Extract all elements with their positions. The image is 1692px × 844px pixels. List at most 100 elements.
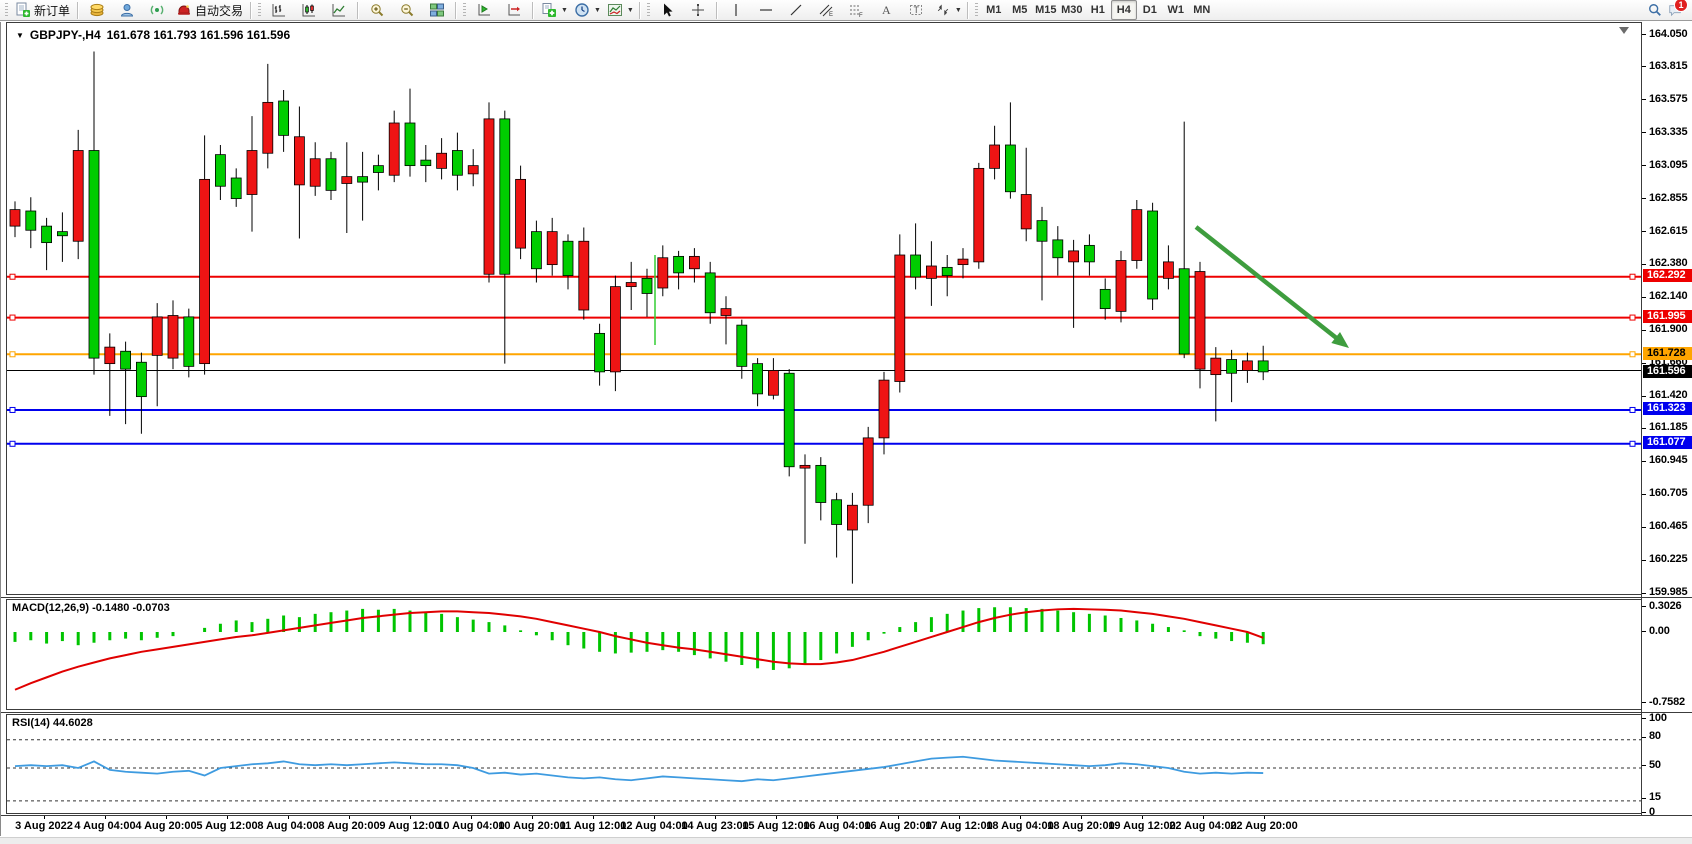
candlestick-button[interactable] (294, 0, 324, 21)
candle-body (10, 210, 20, 227)
new-chart-icon (541, 2, 557, 18)
community-button[interactable] (112, 0, 142, 21)
time-tick (837, 816, 838, 819)
timeframe-m5[interactable]: M5 (1007, 0, 1033, 20)
price-axis[interactable]: 164.050163.815163.575163.335163.095162.8… (1641, 22, 1692, 815)
separator (639, 2, 641, 19)
line-handle[interactable] (10, 274, 15, 279)
candle-body (721, 309, 731, 316)
panel-divider[interactable] (0, 712, 1692, 713)
toolbar-grip[interactable] (5, 3, 8, 18)
toolbar-grip[interactable] (463, 3, 466, 18)
line-chart-button[interactable] (324, 0, 354, 21)
line-handle[interactable] (1630, 315, 1635, 320)
trend-arrow[interactable] (1196, 227, 1349, 348)
arrows-button[interactable]: ▼ (931, 0, 964, 21)
line-handle[interactable] (10, 352, 15, 357)
label-button[interactable]: T (901, 0, 931, 21)
chart-shift-marker[interactable] (1619, 27, 1629, 34)
vertical-line-button[interactable] (721, 0, 751, 21)
candle-body (531, 232, 541, 269)
auto-scroll-button[interactable] (469, 0, 499, 21)
svg-text:F: F (859, 13, 863, 18)
tile-windows-button[interactable] (422, 0, 452, 21)
line-handle[interactable] (1630, 274, 1635, 279)
line-handle[interactable] (10, 407, 15, 412)
timeframe-d1[interactable]: D1 (1137, 0, 1163, 20)
indicators-button[interactable]: ▼ (603, 0, 636, 21)
candle-body (358, 177, 368, 183)
zoom-out-button[interactable] (392, 0, 422, 21)
hline-161.077[interactable] (7, 441, 1641, 446)
search-icon[interactable] (1648, 3, 1662, 17)
arrow-shaft[interactable] (1196, 227, 1341, 342)
time-tick (288, 816, 289, 819)
new-order-button[interactable]: 新订单 (11, 0, 74, 21)
time-tick-label: 22 Aug 20:00 (1230, 820, 1297, 832)
candle-body (658, 258, 668, 288)
line-handle[interactable] (10, 441, 15, 446)
line-handle[interactable] (1630, 407, 1635, 412)
line-handle[interactable] (1630, 352, 1635, 357)
macd-panel[interactable]: MACD(12,26,9) -0.1480 -0.0703 (6, 599, 1642, 710)
chat-button[interactable]: 1 (1668, 3, 1682, 17)
main-chart-panel[interactable]: ▼ GBPJPY-,H4 161.678 161.793 161.596 161… (6, 22, 1642, 595)
gold-button[interactable] (82, 0, 112, 21)
timeframe-m1[interactable]: M1 (981, 0, 1007, 20)
panel-divider[interactable] (0, 597, 1692, 598)
chart-shift-icon (506, 2, 522, 18)
hline-161.728[interactable] (7, 352, 1641, 357)
new-chart-button[interactable]: ▼ (537, 0, 570, 21)
candle-body (516, 179, 526, 248)
rsi-panel[interactable]: RSI(14) 44.6028 (6, 714, 1642, 814)
price-tick-label: 161.185 (1649, 421, 1687, 433)
line-handle[interactable] (1630, 441, 1635, 446)
price-line-badge: 161.077 (1643, 436, 1692, 449)
signals-button[interactable] (142, 0, 172, 21)
hline-162.292[interactable] (7, 274, 1641, 279)
auto-trading-label: 自动交易 (195, 2, 243, 19)
line-handle[interactable] (10, 315, 15, 320)
time-tick (105, 816, 106, 819)
horizontal-line-button[interactable] (751, 0, 781, 21)
chart-shift-button[interactable] (499, 0, 529, 21)
time-tick-label: 11 Aug 12:00 (560, 820, 627, 832)
time-axis[interactable]: 3 Aug 20224 Aug 04:004 Aug 20:005 Aug 12… (0, 815, 1692, 838)
bar-chart-button[interactable] (264, 0, 294, 21)
auto-trading-button[interactable]: 自动交易 (172, 0, 247, 21)
chevron-down-icon[interactable]: ▼ (16, 31, 24, 40)
time-tick (166, 816, 167, 819)
trendline-button[interactable] (781, 0, 811, 21)
timeframe-h1[interactable]: H1 (1085, 0, 1111, 20)
profiles-button[interactable]: ▼ (570, 0, 603, 21)
timeframe-m30[interactable]: M30 (1059, 0, 1085, 20)
timeframe-w1[interactable]: W1 (1163, 0, 1189, 20)
timeframe-h4[interactable]: H4 (1111, 0, 1137, 20)
fibonacci-button[interactable]: F (841, 0, 871, 21)
candlestick-chart[interactable] (7, 23, 1641, 594)
fibonacci-icon: F (848, 2, 864, 18)
axis-tick (1642, 363, 1646, 364)
timeframe-mn[interactable]: MN (1189, 0, 1215, 20)
hline-161.323[interactable] (7, 407, 1641, 412)
symbol-label: GBPJPY-,H4 (30, 28, 101, 42)
candle-body (1227, 360, 1237, 374)
price-line-badge: 162.292 (1643, 269, 1692, 282)
hline-161.995[interactable] (7, 315, 1641, 320)
crosshair-button[interactable] (683, 0, 713, 21)
toolbar-grip[interactable] (647, 3, 650, 18)
time-tick (1264, 816, 1265, 819)
candle-body (57, 232, 67, 236)
cursor-button[interactable] (653, 0, 683, 21)
timeframe-m15[interactable]: M15 (1033, 0, 1059, 20)
channel-button[interactable]: E (811, 0, 841, 21)
zoom-in-button[interactable] (362, 0, 392, 21)
vertical-line-icon (728, 2, 744, 18)
candle-body (610, 287, 620, 372)
toolbar-grip[interactable] (975, 3, 978, 18)
zoom-in-icon (369, 2, 385, 18)
toolbar-grip[interactable] (258, 3, 261, 18)
candle-body (1179, 269, 1189, 354)
channel-icon: E (818, 2, 834, 18)
text-button[interactable]: A (871, 0, 901, 21)
